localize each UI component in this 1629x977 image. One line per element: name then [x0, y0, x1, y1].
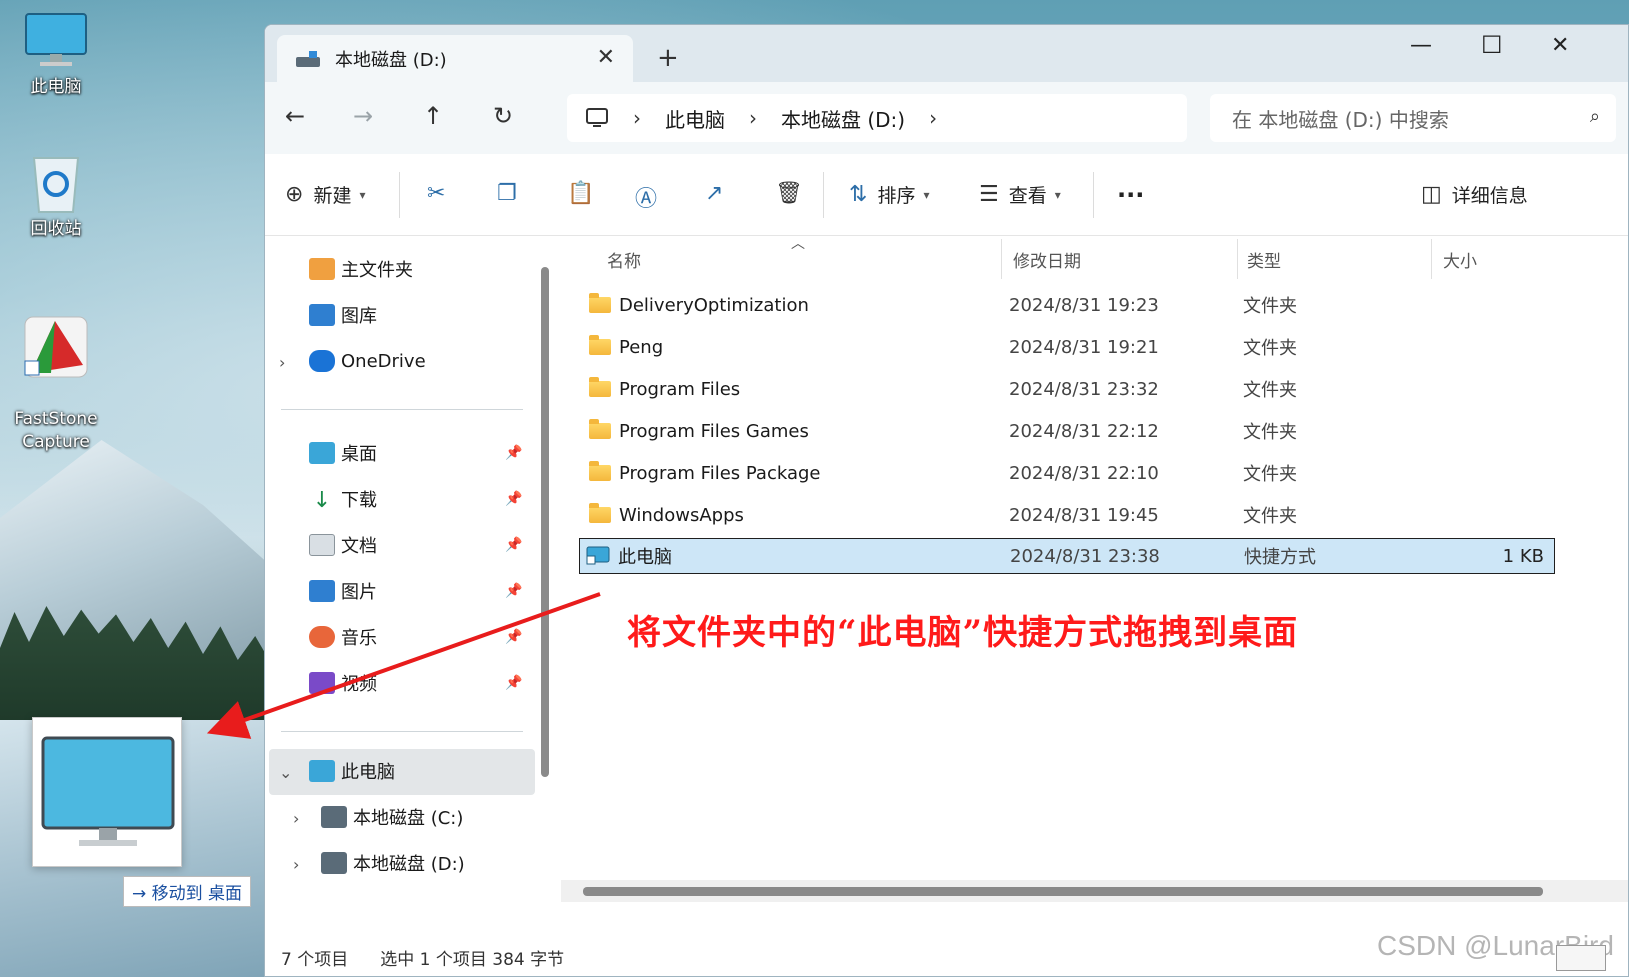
- annotation-text: 将文件夹中的“此电脑”快捷方式拖拽到桌面: [627, 613, 1299, 653]
- drag-preview: [32, 717, 182, 867]
- monitor-icon: [41, 736, 175, 846]
- drag-tooltip: → 移动到 桌面: [123, 876, 252, 907]
- resize-grip[interactable]: [1556, 945, 1606, 971]
- annotation-arrow: [206, 592, 601, 739]
